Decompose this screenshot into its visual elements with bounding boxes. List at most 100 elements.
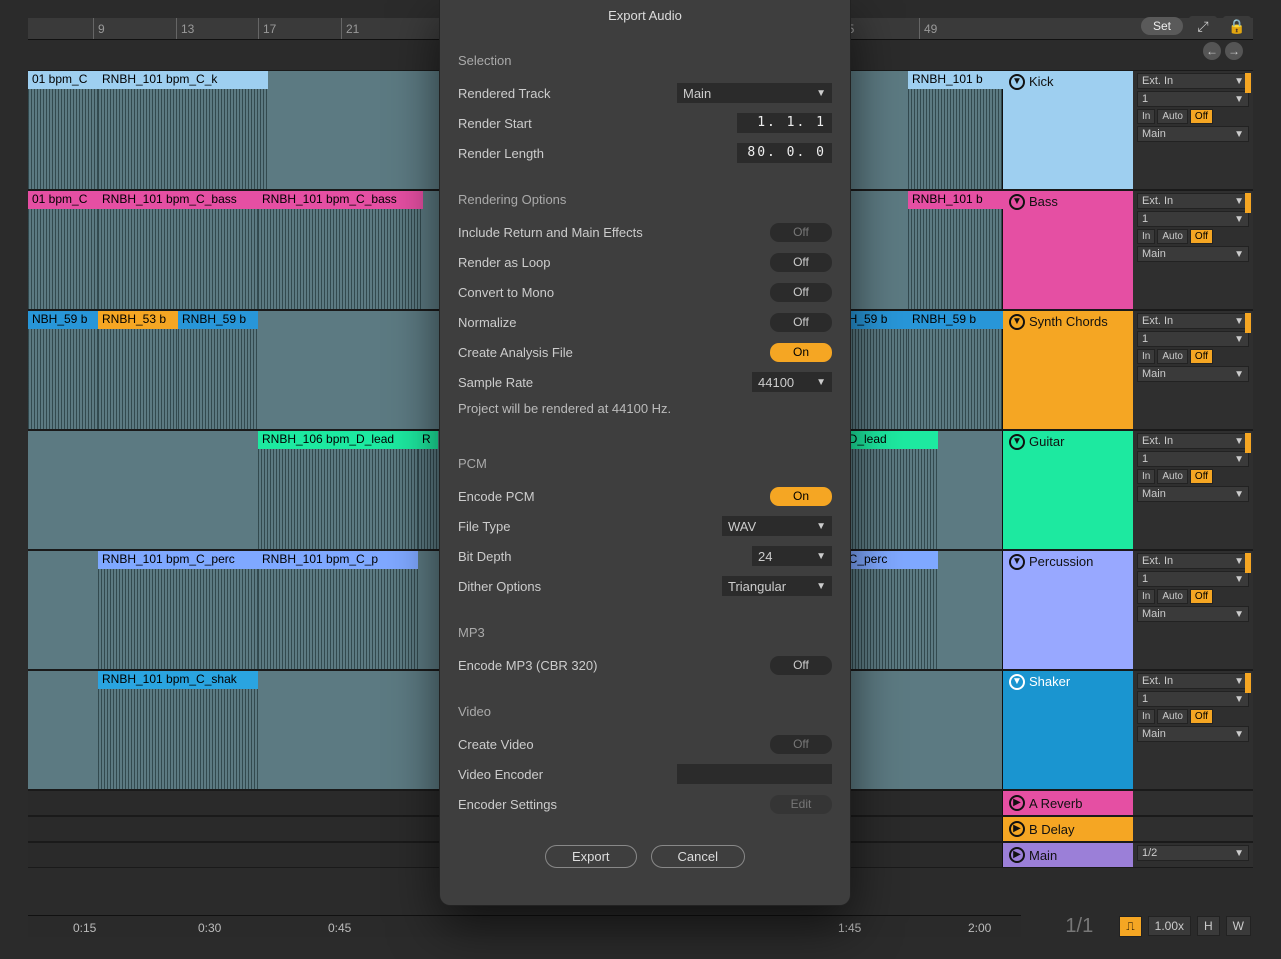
clip[interactable]: RNBH_53 b (98, 311, 178, 329)
input-chan-select[interactable]: 1▼ (1137, 691, 1249, 707)
rendered-track-select[interactable]: Main▼ (677, 83, 832, 103)
output-select[interactable]: Main▼ (1137, 606, 1249, 622)
fold-icon[interactable]: ▼ (1009, 314, 1025, 330)
monitor-auto-button[interactable]: Auto (1157, 109, 1188, 124)
output-select[interactable]: 1/2▼ (1137, 845, 1249, 861)
monitor-in-button[interactable]: In (1137, 229, 1155, 244)
monitor-auto-button[interactable]: Auto (1157, 349, 1188, 364)
waveform (258, 569, 418, 669)
waveform (28, 329, 98, 429)
input-type-select[interactable]: Ext. In▼ (1137, 673, 1249, 689)
render-start-input[interactable]: 1. 1. 1 (737, 113, 832, 133)
input-chan-select[interactable]: 1▼ (1137, 451, 1249, 467)
time-ruler[interactable]: 0:150:300:451:452:00 (28, 915, 1021, 937)
monitor-in-button[interactable]: In (1137, 469, 1155, 484)
h-button[interactable]: H (1197, 916, 1220, 936)
play-icon[interactable]: ▶ (1009, 847, 1025, 863)
track-header[interactable]: ▼Guitar (1003, 431, 1133, 549)
play-icon[interactable]: ▶ (1009, 821, 1025, 837)
track-header[interactable]: ▼Kick (1003, 71, 1133, 189)
monitor-auto-button[interactable]: Auto (1157, 589, 1188, 604)
clip[interactable]: RNBH_101 bpm_C_k (98, 71, 268, 89)
clip[interactable]: RNBH_101 bpm_C_p (258, 551, 418, 569)
monitor-in-button[interactable]: In (1137, 349, 1155, 364)
track-header[interactable]: ▼Bass (1003, 191, 1133, 309)
output-select[interactable]: Main▼ (1137, 726, 1249, 742)
input-chan-select[interactable]: 1▼ (1137, 211, 1249, 227)
input-type-select[interactable]: Ext. In▼ (1137, 313, 1249, 329)
input-chan-select[interactable]: 1▼ (1137, 331, 1249, 347)
lock-icon[interactable]: 🔒 (1223, 16, 1251, 36)
monitor-off-button[interactable]: Off (1190, 469, 1213, 484)
expand-icon[interactable]: ⤢ (1189, 16, 1217, 36)
monitor-off-button[interactable]: Off (1190, 589, 1213, 604)
input-type-select[interactable]: Ext. In▼ (1137, 73, 1249, 89)
clip[interactable]: R (418, 431, 438, 449)
clip[interactable]: RNBH_101 bpm_C_bass (98, 191, 258, 209)
render-length-input[interactable]: 80. 0. 0 (737, 143, 832, 163)
track-header[interactable]: ▶Main (1003, 843, 1133, 867)
input-type-select[interactable]: Ext. In▼ (1137, 193, 1249, 209)
monitor-off-button[interactable]: Off (1190, 109, 1213, 124)
input-type-select[interactable]: Ext. In▼ (1137, 553, 1249, 569)
fold-icon[interactable]: ▼ (1009, 74, 1025, 90)
clip[interactable]: RNBH_101 b (908, 191, 1004, 209)
nav-fwd-icon[interactable]: → (1225, 42, 1243, 60)
dither-select[interactable]: Triangular▼ (722, 576, 832, 596)
clip[interactable]: RNBH_59 b (178, 311, 258, 329)
monitor-off-button[interactable]: Off (1190, 709, 1213, 724)
fold-icon[interactable]: ▼ (1009, 554, 1025, 570)
output-select[interactable]: Main▼ (1137, 366, 1249, 382)
export-button[interactable]: Export (545, 845, 637, 868)
encode-mp3-toggle[interactable]: Off (770, 656, 832, 675)
create-analysis-toggle[interactable]: On (770, 343, 832, 362)
clip[interactable]: RNBH_101 bpm_C_perc (98, 551, 258, 569)
monitor-in-button[interactable]: In (1137, 109, 1155, 124)
monitor-in-button[interactable]: In (1137, 709, 1155, 724)
play-icon[interactable]: ▶ (1009, 795, 1025, 811)
sample-rate-select[interactable]: 44100▼ (752, 372, 832, 392)
cancel-button[interactable]: Cancel (651, 845, 745, 868)
encode-pcm-toggle[interactable]: On (770, 487, 832, 506)
track-header[interactable]: ▶B Delay (1003, 817, 1133, 841)
clip[interactable]: RNBH_106 bpm_D_lead (258, 431, 418, 449)
normalize-toggle[interactable]: Off (770, 313, 832, 332)
monitor-off-button[interactable]: Off (1190, 349, 1213, 364)
convert-mono-toggle[interactable]: Off (770, 283, 832, 302)
w-button[interactable]: W (1226, 916, 1251, 936)
monitor-in-button[interactable]: In (1137, 589, 1155, 604)
monitor-auto-button[interactable]: Auto (1157, 709, 1188, 724)
clip[interactable]: RNBH_101 b (908, 71, 1004, 89)
input-type-select[interactable]: Ext. In▼ (1137, 433, 1249, 449)
clip[interactable]: 01 bpm_C (28, 71, 98, 89)
output-select[interactable]: Main▼ (1137, 126, 1249, 142)
clip[interactable]: NBH_59 b (28, 311, 98, 329)
track-header[interactable]: ▼Shaker (1003, 671, 1133, 789)
output-select[interactable]: Main▼ (1137, 246, 1249, 262)
zoom-display[interactable]: 1.00x (1148, 916, 1191, 936)
track-header[interactable]: ▶ A Reverb (1003, 791, 1133, 815)
render-loop-toggle[interactable]: Off (770, 253, 832, 272)
fold-icon[interactable]: ▼ (1009, 434, 1025, 450)
monitor-auto-button[interactable]: Auto (1157, 229, 1188, 244)
clip[interactable]: RNBH_59 b (908, 311, 1004, 329)
fold-icon[interactable]: ▼ (1009, 194, 1025, 210)
output-select[interactable]: Main▼ (1137, 486, 1249, 502)
waveform (418, 449, 438, 549)
clip[interactable]: RNBH_101 bpm_C_shak (98, 671, 258, 689)
input-chan-select[interactable]: 1▼ (1137, 571, 1249, 587)
nav-back-icon[interactable]: ← (1203, 42, 1221, 60)
track-header[interactable]: ▼Synth Chords (1003, 311, 1133, 429)
input-chan-select[interactable]: 1▼ (1137, 91, 1249, 107)
monitor-auto-button[interactable]: Auto (1157, 469, 1188, 484)
set-button[interactable]: Set (1141, 17, 1183, 35)
waveform-icon[interactable]: ⎍ (1119, 916, 1141, 937)
track-header[interactable]: ▼Percussion (1003, 551, 1133, 669)
clip[interactable]: 01 bpm_C (28, 191, 98, 209)
bit-depth-select[interactable]: 24▼ (752, 546, 832, 566)
fold-icon[interactable]: ▼ (1009, 674, 1025, 690)
file-type-select[interactable]: WAV▼ (722, 516, 832, 536)
track-name: A Reverb (1029, 796, 1082, 811)
monitor-off-button[interactable]: Off (1190, 229, 1213, 244)
clip[interactable]: RNBH_101 bpm_C_bass (258, 191, 423, 209)
